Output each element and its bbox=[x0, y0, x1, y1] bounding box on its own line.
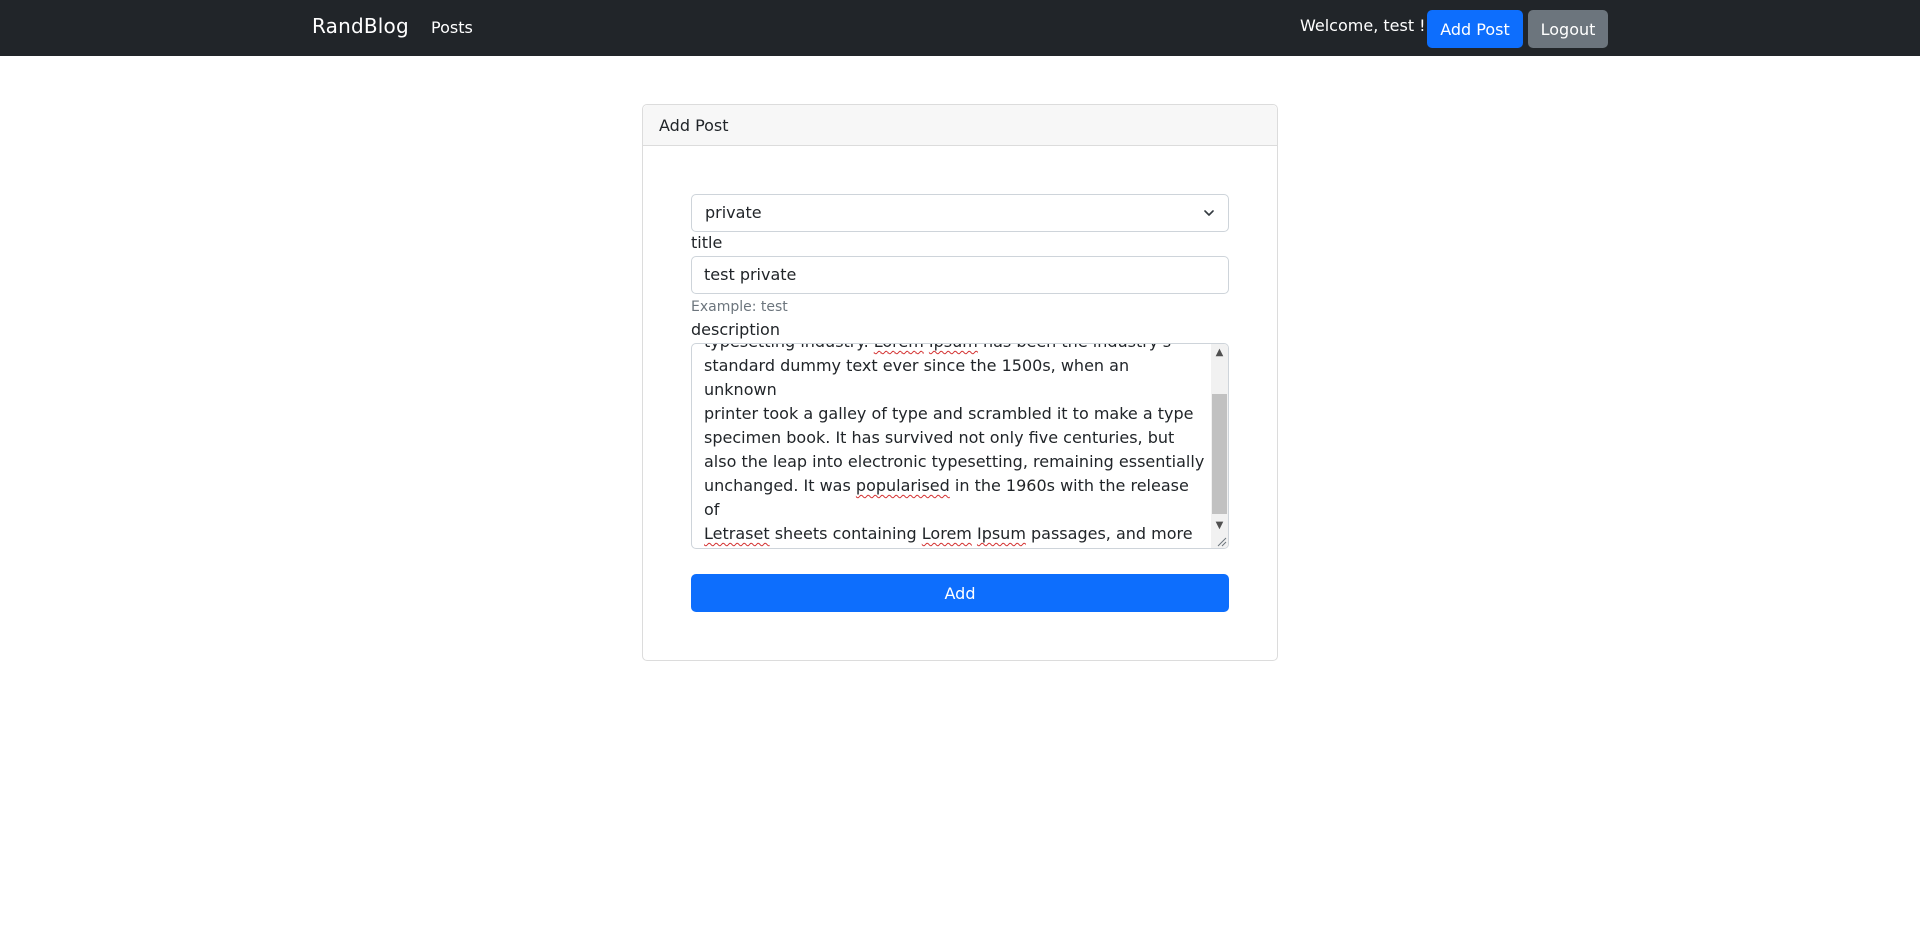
brand-logo[interactable]: RandBlog bbox=[312, 14, 409, 38]
title-help-text: Example: test bbox=[691, 299, 788, 315]
description-line: printer took a galley of type and scramb… bbox=[704, 404, 1194, 423]
description-text: typesetting industry. Lorem Ipsum has be… bbox=[704, 344, 1206, 548]
description-textarea[interactable]: typesetting industry. Lorem Ipsum has be… bbox=[691, 343, 1229, 549]
description-line: standard dummy text ever since the 1500s… bbox=[704, 356, 1130, 399]
add-post-button[interactable]: Add Post bbox=[1427, 10, 1523, 48]
scroll-up-icon[interactable]: ▲ bbox=[1211, 344, 1228, 361]
top-navbar: RandBlog Posts Welcome, test ! Add Post … bbox=[0, 0, 1920, 56]
description-line: unchanged. It was popularised in the 196… bbox=[704, 476, 1189, 519]
description-scrollbar[interactable]: ▲ ▼ bbox=[1211, 344, 1228, 548]
welcome-text: Welcome, test ! bbox=[1300, 16, 1426, 35]
scroll-thumb[interactable] bbox=[1212, 394, 1227, 514]
add-post-card: Add Post private title test private Exam… bbox=[642, 104, 1278, 661]
add-submit-button[interactable]: Add bbox=[691, 574, 1229, 612]
description-line: also the leap into electronic typesettin… bbox=[704, 452, 1205, 471]
card-header: Add Post bbox=[643, 105, 1277, 146]
description-line: typesetting industry. Lorem Ipsum has be… bbox=[704, 344, 1206, 354]
logout-button[interactable]: Logout bbox=[1528, 10, 1608, 48]
title-input[interactable]: test private bbox=[691, 256, 1229, 294]
resize-grip-icon[interactable] bbox=[1215, 535, 1227, 547]
description-line: Letraset sheets containing Lorem Ipsum p… bbox=[704, 524, 1193, 543]
description-label: description bbox=[691, 320, 780, 339]
title-input-value: test private bbox=[704, 265, 797, 284]
visibility-select-value: private bbox=[705, 203, 762, 222]
description-line: specimen book. It has survived not only … bbox=[704, 428, 1175, 447]
nav-link-posts[interactable]: Posts bbox=[431, 18, 473, 37]
scroll-down-icon[interactable]: ▼ bbox=[1211, 517, 1228, 534]
chevron-down-icon bbox=[1204, 210, 1214, 216]
visibility-select[interactable]: private bbox=[691, 194, 1229, 232]
description-line: recently with desktop publishing softwar… bbox=[704, 546, 1206, 548]
title-label: title bbox=[691, 233, 723, 252]
